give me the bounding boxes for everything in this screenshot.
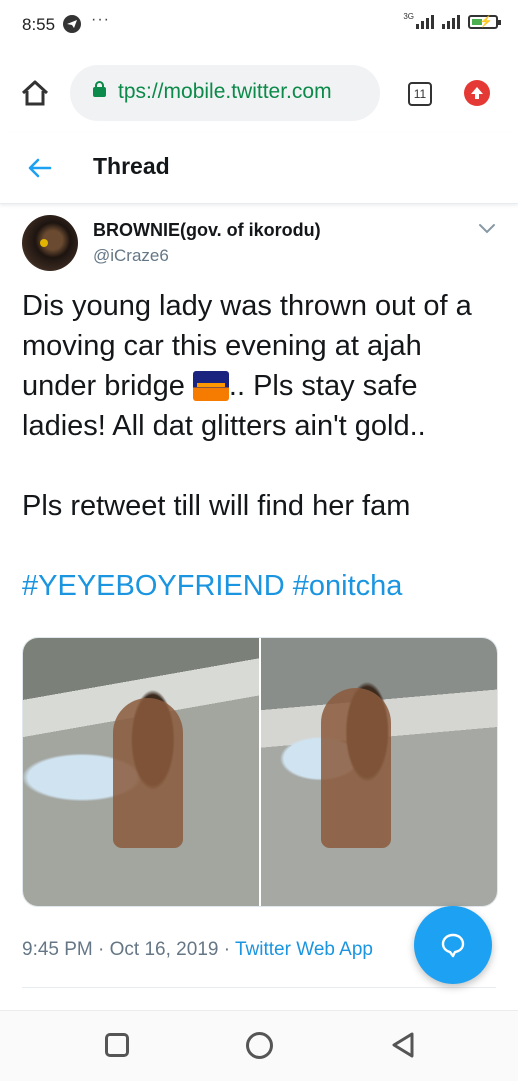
signal-2-icon xyxy=(442,15,460,29)
tweet-photo-2[interactable] xyxy=(261,638,497,906)
page-title: Thread xyxy=(93,153,170,179)
display-name[interactable]: BROWNIE(gov. of ikorodu) xyxy=(93,220,321,241)
meta-separator: · xyxy=(223,939,231,960)
person-figure xyxy=(321,688,391,848)
upload-icon[interactable] xyxy=(464,80,490,106)
meta-separator: · xyxy=(98,939,105,960)
status-right: 3G ⚡ xyxy=(403,11,501,29)
tweet-text: Dis young lady was thrown out of a movin… xyxy=(22,286,500,606)
system-nav-bar xyxy=(0,1010,518,1081)
status-time: 8:55 xyxy=(22,15,56,34)
more-dots-icon: ··· xyxy=(91,11,110,28)
divider xyxy=(22,987,496,988)
person-figure xyxy=(113,698,183,848)
home-circle-icon[interactable] xyxy=(246,1032,273,1059)
chevron-down-icon[interactable] xyxy=(478,222,496,236)
tweet-source-link[interactable]: Twitter Web App xyxy=(235,939,373,960)
tweet-time: 9:45 PM xyxy=(22,939,93,960)
bridge-at-night-emoji xyxy=(192,371,229,401)
user-handle[interactable]: @iCraze6 xyxy=(93,246,169,266)
tweet-paragraph-2: Pls retweet till will find her fam xyxy=(22,490,411,522)
lock-icon xyxy=(93,81,106,97)
url-text[interactable]: tps://mobile.twitter.com xyxy=(118,80,332,104)
thread-header: Thread xyxy=(0,132,518,204)
reply-bubble-icon xyxy=(441,933,465,958)
tweet-date: Oct 16, 2019 xyxy=(109,939,219,960)
home-icon[interactable] xyxy=(20,78,50,108)
tweet-photo-1[interactable] xyxy=(23,638,259,906)
back-triangle-icon[interactable] xyxy=(390,1031,416,1059)
telegram-icon xyxy=(63,15,81,33)
avatar[interactable] xyxy=(22,215,78,271)
battery-icon: ⚡ xyxy=(468,15,501,29)
network-type: 3G xyxy=(403,11,414,21)
reply-fab-button[interactable] xyxy=(414,906,492,984)
hashtag-links[interactable]: #YEYEBOYFRIEND #onitcha xyxy=(22,566,500,606)
browser-toolbar: tps://mobile.twitter.com 11 xyxy=(0,52,518,133)
tweet-meta: 9:45 PM · Oct 16, 2019 · Twitter Web App xyxy=(22,939,373,961)
tweet-media xyxy=(22,637,498,907)
recents-square-icon[interactable] xyxy=(105,1033,129,1057)
url-bar[interactable]: tps://mobile.twitter.com xyxy=(70,65,380,121)
signal-icon xyxy=(416,15,434,29)
charging-bolt-icon: ⚡ xyxy=(479,16,493,28)
back-arrow-icon[interactable] xyxy=(26,154,54,182)
status-bar: 8:55 ··· 3G ⚡ xyxy=(0,0,518,52)
tweet-paragraph-1: Dis young lady was thrown out of a movin… xyxy=(22,286,500,446)
tab-switcher-button[interactable]: 11 xyxy=(408,82,432,106)
url-text-value: tps://mobile.twitter.com xyxy=(118,80,332,103)
